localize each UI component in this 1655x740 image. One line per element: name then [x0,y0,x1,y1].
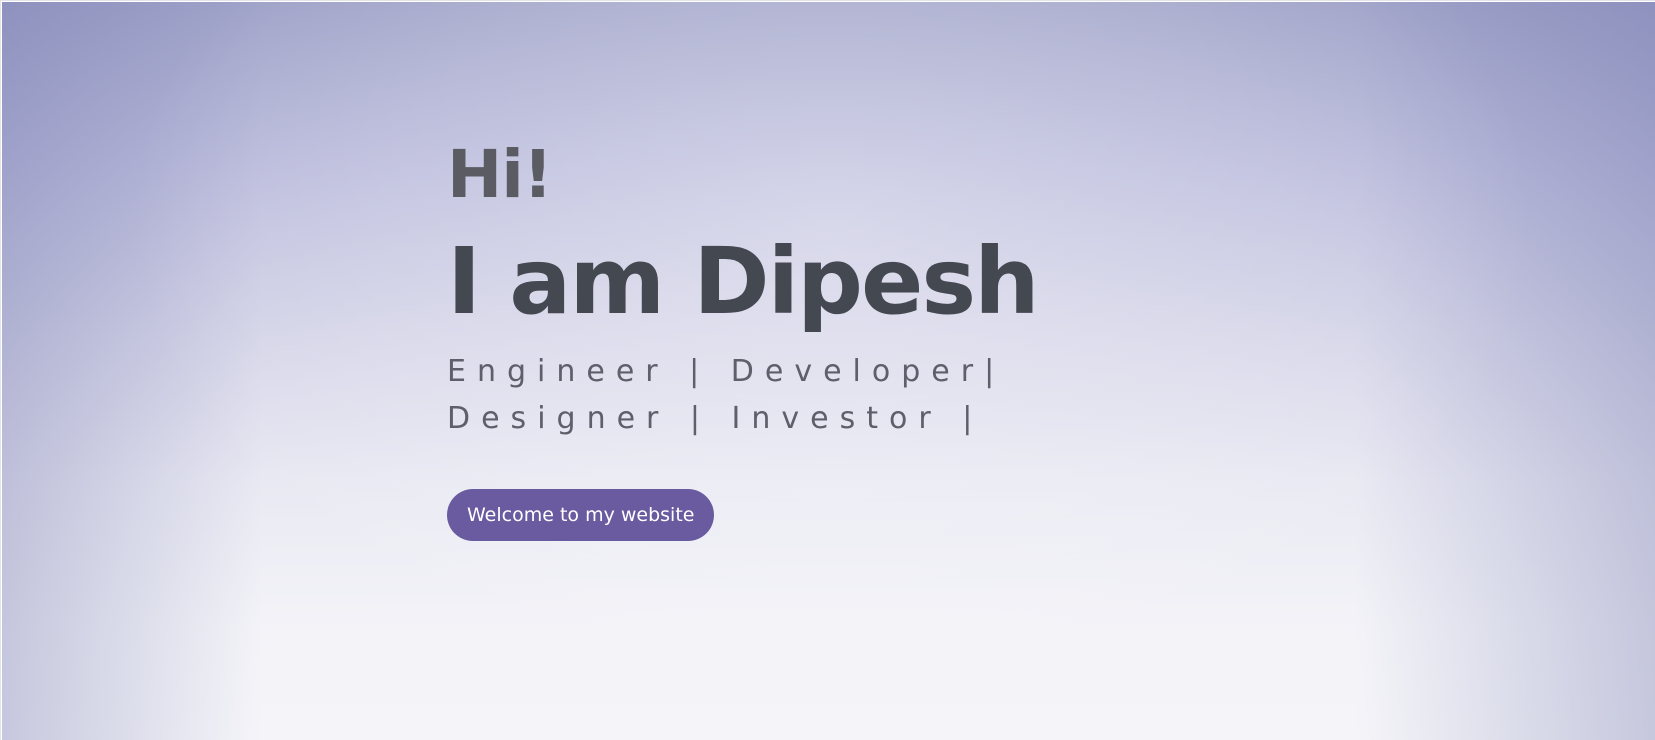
roles-line: Designer | Investor | [447,401,984,436]
roles-text: Engineer | Developer| Designer | Investo… [447,348,1007,442]
page-frame: Hi! I am Dipesh Engineer | Developer| De… [0,0,1655,740]
roles-line: Engineer | Developer| [447,354,1006,389]
hero-section: Hi! I am Dipesh Engineer | Developer| De… [2,2,1655,740]
name-heading: I am Dipesh [447,228,1040,335]
hero-content: Hi! I am Dipesh Engineer | Developer| De… [447,142,1047,541]
welcome-button[interactable]: Welcome to my website [447,489,715,541]
greeting-heading: Hi! [447,136,553,213]
